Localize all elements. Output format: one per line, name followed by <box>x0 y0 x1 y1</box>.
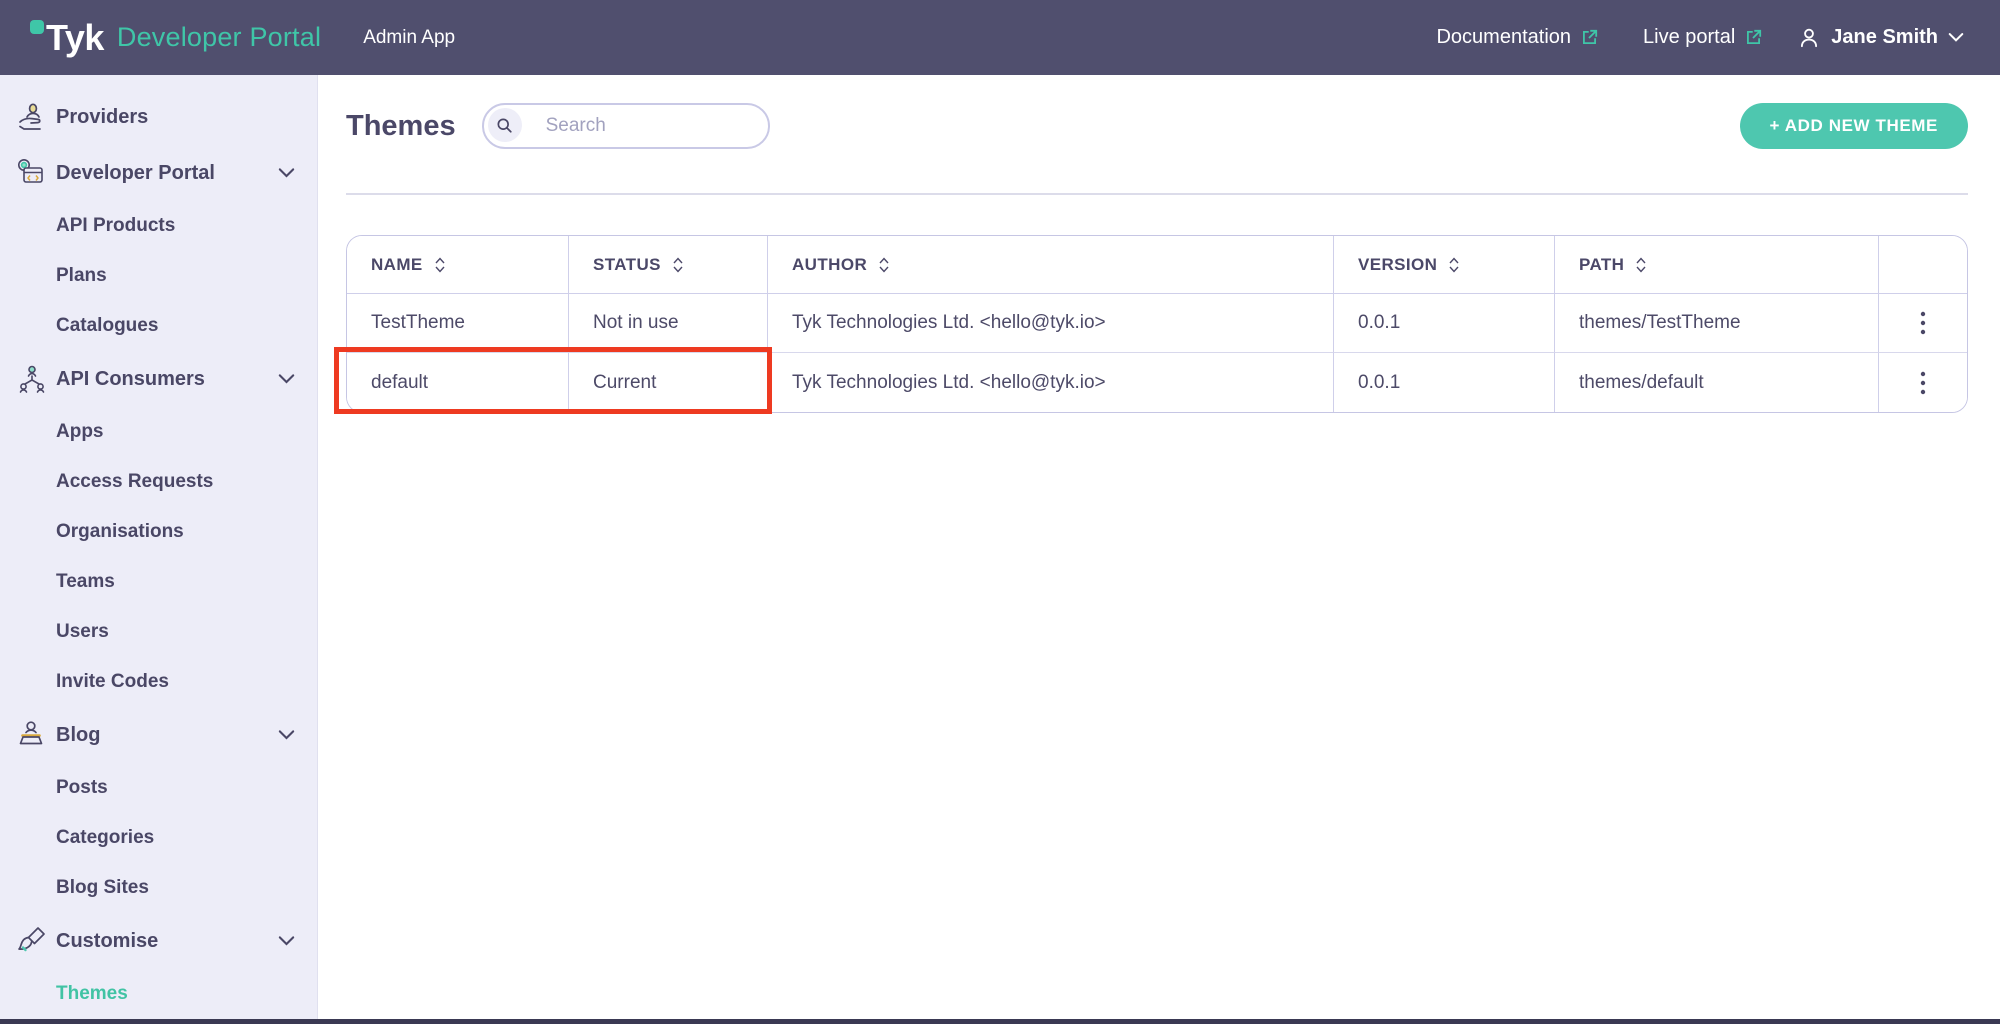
table-header-row: NAME STATUS <box>347 236 1967 294</box>
themes-table: NAME STATUS <box>346 235 1968 413</box>
cell-actions <box>1879 294 1967 353</box>
column-header-path[interactable]: PATH <box>1555 236 1879 294</box>
sidebar-item-label: Catalogues <box>0 315 158 337</box>
sidebar-item-label: Teams <box>0 571 115 593</box>
customise-icon <box>14 923 50 959</box>
cell-path: themes/default <box>1555 353 1879 412</box>
external-link-icon <box>1744 28 1763 47</box>
sidebar-item-label: Categories <box>0 827 154 849</box>
external-link-icon <box>1580 28 1599 47</box>
row-actions-kebab-button[interactable] <box>1903 363 1943 403</box>
sidebar-item-label: Plans <box>0 265 107 287</box>
tyk-leaf-icon <box>30 20 44 34</box>
chevron-down-icon <box>278 936 295 947</box>
cell-status: Not in use <box>569 294 768 353</box>
cell-actions <box>1879 353 1967 412</box>
sidebar-item-themes[interactable]: Themes <box>0 969 317 1019</box>
logo-product-name: Developer Portal <box>117 22 321 53</box>
page-title: Themes <box>346 110 456 143</box>
user-icon <box>1797 26 1821 50</box>
developer-portal-icon <box>14 155 50 191</box>
blog-icon <box>14 717 50 753</box>
search-icon <box>488 108 522 142</box>
sidebar-item-label: Blog Sites <box>0 877 149 899</box>
top-header-bar: Tyk Developer Portal Admin App Documenta… <box>0 0 2000 75</box>
search-box <box>482 103 770 149</box>
cell-name: default <box>347 353 569 412</box>
sidebar-item-label: Invite Codes <box>0 671 169 693</box>
column-header-name[interactable]: NAME <box>347 236 569 294</box>
sidebar-item-users[interactable]: Users <box>0 607 317 657</box>
title-row: Themes + ADD NEW THEME <box>346 103 1968 149</box>
sidebar-item-posts[interactable]: Posts <box>0 763 317 813</box>
cell-path: themes/TestTheme <box>1555 294 1879 353</box>
chevron-down-icon <box>278 168 295 179</box>
sidebar-item-label: Users <box>0 621 109 643</box>
cell-version: 0.0.1 <box>1334 353 1555 412</box>
sidebar-item-providers[interactable]: Providers <box>0 89 317 145</box>
sidebar-item-invite-codes[interactable]: Invite Codes <box>0 657 317 707</box>
sort-icon <box>1447 256 1461 274</box>
table-row: default Current Tyk Technologies Ltd. <h… <box>347 353 1967 412</box>
column-header-author[interactable]: AUTHOR <box>768 236 1334 294</box>
sidebar-item-label: Themes <box>0 983 128 1005</box>
sidebar-item-api-consumers[interactable]: API Consumers <box>0 351 317 407</box>
main-content: Themes + ADD NEW THEME <box>319 75 2000 1024</box>
sidebar-item-api-products[interactable]: API Products <box>0 201 317 251</box>
cell-author: Tyk Technologies Ltd. <hello@tyk.io> <box>768 353 1334 412</box>
sidebar-item-categories[interactable]: Categories <box>0 813 317 863</box>
user-menu[interactable]: Jane Smith <box>1797 26 1964 50</box>
live-portal-link-label: Live portal <box>1643 26 1735 49</box>
sidebar-item-blog[interactable]: Blog <box>0 707 317 763</box>
cell-name: TestTheme <box>347 294 569 353</box>
cell-version: 0.0.1 <box>1334 294 1555 353</box>
sidebar-item-label: Organisations <box>0 521 184 543</box>
sort-icon <box>433 256 447 274</box>
chevron-down-icon <box>278 374 295 385</box>
sidebar-item-label: Apps <box>0 421 104 443</box>
api-consumers-icon <box>14 361 50 397</box>
documentation-link-label: Documentation <box>1436 26 1571 49</box>
documentation-link[interactable]: Documentation <box>1436 26 1599 49</box>
chevron-down-icon <box>278 730 295 741</box>
cell-status: Current <box>569 353 768 412</box>
search-input[interactable] <box>482 103 770 149</box>
sidebar-item-teams[interactable]: Teams <box>0 557 317 607</box>
user-name: Jane Smith <box>1831 26 1938 49</box>
sidebar-item-blog-sites[interactable]: Blog Sites <box>0 863 317 913</box>
add-new-theme-button[interactable]: + ADD NEW THEME <box>1740 103 1968 149</box>
sidebar-item-catalogues[interactable]: Catalogues <box>0 301 317 351</box>
admin-app-label: Admin App <box>363 27 455 49</box>
providers-icon <box>14 99 50 135</box>
table-row: TestTheme Not in use Tyk Technologies Lt… <box>347 294 1967 353</box>
tyk-logo[interactable]: Tyk Developer Portal <box>30 17 321 59</box>
sort-icon <box>877 256 891 274</box>
row-actions-kebab-button[interactable] <box>1903 303 1943 343</box>
sidebar-item-organisations[interactable]: Organisations <box>0 507 317 557</box>
column-header-actions <box>1879 236 1967 294</box>
cell-author: Tyk Technologies Ltd. <hello@tyk.io> <box>768 294 1334 353</box>
sidebar-nav: Providers Developer Portal API Products <box>0 75 318 1024</box>
sidebar-item-apps[interactable]: Apps <box>0 407 317 457</box>
column-header-version[interactable]: VERSION <box>1334 236 1555 294</box>
topbar-right: Documentation Live portal <box>1436 26 1964 50</box>
sidebar-item-label: Access Requests <box>0 471 213 493</box>
sort-icon <box>671 256 685 274</box>
sidebar-item-developer-portal[interactable]: Developer Portal <box>0 145 317 201</box>
sidebar-item-customise[interactable]: Customise <box>0 913 317 969</box>
sort-icon <box>1634 256 1648 274</box>
logo-text: Tyk <box>46 17 104 59</box>
sidebar-item-plans[interactable]: Plans <box>0 251 317 301</box>
page: Tyk Developer Portal Admin App Documenta… <box>0 0 2000 1024</box>
column-header-status[interactable]: STATUS <box>569 236 768 294</box>
chevron-down-icon <box>1948 32 1964 43</box>
live-portal-link[interactable]: Live portal <box>1643 26 1763 49</box>
section-divider <box>346 193 1968 195</box>
sidebar-item-label: API Products <box>0 215 175 237</box>
sidebar-item-label: Posts <box>0 777 108 799</box>
window-bottom-edge <box>0 1019 2000 1024</box>
sidebar-item-access-requests[interactable]: Access Requests <box>0 457 317 507</box>
